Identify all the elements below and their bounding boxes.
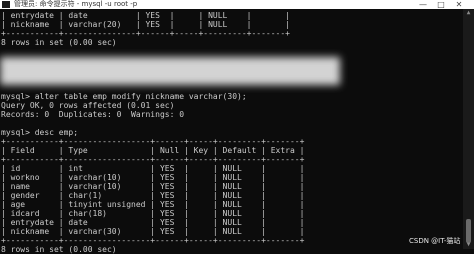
close-button[interactable]: ✕ [452,0,466,9]
terminal-line: mysql> desc emp; [1,128,79,137]
csdn-watermark: CSDN @IT-猫站 [409,237,461,245]
terminal-line: | id | int | YES | | NULL | | [1,164,305,173]
terminal-line: | workno | varchar(10) | YES | | NULL | … [1,173,305,182]
terminal-line: +-----------+---------------+------+----… [1,29,290,38]
terminal-line: 8 rows in set (0.00 sec) [1,245,117,254]
window-title: 管理员: 命令提示符 - mysql -u root -p [14,0,138,8]
minimize-button[interactable]: — [416,0,430,9]
vertical-scrollbar[interactable]: ▲ ▼ [463,9,474,249]
terminal-line: | name | varchar(10) | YES | | NULL | | [1,182,305,191]
terminal-line: +-----------+------------------+------+-… [1,155,305,164]
cmd-app-icon [2,1,10,8]
terminal-line: | Field | Type | Null | Key | Default | … [1,146,305,155]
terminal-line: | age | tinyint unsigned | YES | | NULL … [1,200,305,209]
terminal-line: +-----------+------------------+------+-… [1,137,305,146]
terminal-line: +-----------+------------------+------+-… [1,236,305,245]
terminal-line: Records: 0 Duplicates: 0 Warnings: 0 [1,110,185,119]
terminal-line: | entrydate | date | YES | | NULL | | [1,218,305,227]
terminal-line: | entrydate | date | YES | | NULL | | [1,11,290,20]
scroll-up-arrow-icon[interactable]: ▲ [463,9,474,17]
terminal-line: | nickname | varchar(30) | YES | | NULL … [1,227,305,236]
redacted-region [0,57,340,85]
terminal-line: 8 rows in set (0.00 sec) [1,38,117,47]
terminal-line: Query OK, 0 rows affected (0.01 sec) [1,101,175,110]
title-bar: 管理员: 命令提示符 - mysql -u root -p — □ ✕ [0,0,474,9]
terminal-line: | idcard | char(18) | YES | | NULL | | [1,209,305,218]
maximize-button[interactable]: □ [434,0,448,9]
terminal-line: | gender | char(1) | YES | | NULL | | [1,191,305,200]
terminal-line: mysql> alter table emp modify nickname v… [1,92,247,101]
scroll-thumb[interactable] [466,219,471,243]
terminal-output[interactable]: | entrydate | date | YES | | NULL | | | … [0,9,462,254]
scroll-down-arrow-icon[interactable]: ▼ [463,241,474,249]
terminal-line: | nickname | varchar(20) | YES | | NULL … [1,20,290,29]
